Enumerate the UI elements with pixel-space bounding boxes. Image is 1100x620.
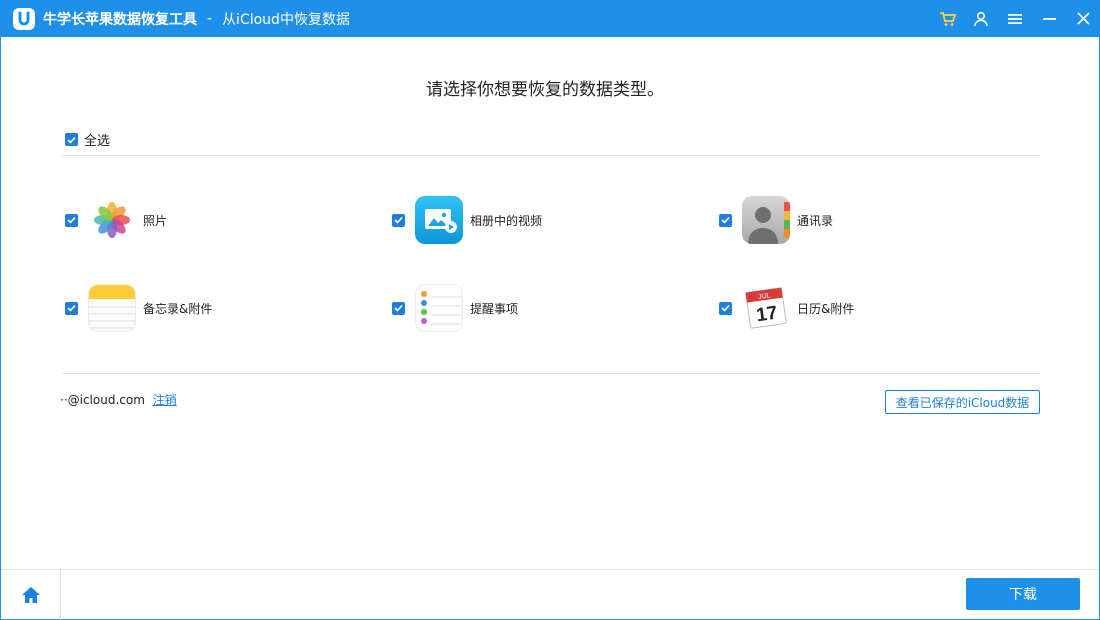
data-type-calendar[interactable]: JUL 17 日历&附件 — [719, 283, 854, 333]
menu-icon[interactable] — [998, 0, 1032, 37]
photos-icon — [88, 196, 136, 244]
item-label: 相册中的视频 — [470, 213, 543, 228]
data-type-reminders[interactable]: 提醒事项 — [392, 283, 518, 333]
checkbox-checked-icon[interactable] — [719, 213, 732, 227]
download-button[interactable]: 下载 — [966, 578, 1080, 610]
close-icon[interactable] — [1066, 0, 1100, 37]
item-label: 通讯录 — [797, 213, 834, 228]
select-all-label: 全选 — [84, 134, 111, 149]
checkbox-checked-icon[interactable] — [392, 213, 405, 227]
item-label: 照片 — [143, 213, 168, 228]
checkbox-checked-icon[interactable] — [65, 133, 78, 146]
notes-icon — [88, 284, 136, 332]
account-email: ··@icloud.com — [60, 393, 145, 407]
divider — [62, 155, 1040, 156]
title-bar: 牛学长苹果数据恢复工具 - 从iCloud中恢复数据 — [0, 0, 1100, 37]
page-title: 请选择你想要恢复的数据类型。 — [426, 80, 664, 100]
checkbox-checked-icon[interactable] — [65, 301, 78, 315]
home-icon — [21, 587, 40, 603]
contacts-icon — [742, 196, 790, 244]
data-type-album-videos[interactable]: 相册中的视频 — [392, 195, 542, 245]
title-separator: - — [207, 10, 213, 27]
home-button[interactable] — [1, 570, 61, 620]
checkbox-checked-icon[interactable] — [719, 301, 732, 315]
data-type-contacts[interactable]: 通讯录 — [719, 195, 833, 245]
footer-bar: 下载 — [1, 569, 1099, 620]
reminders-icon — [415, 284, 463, 332]
window-subtitle: 从iCloud中恢复数据 — [222, 11, 350, 28]
data-type-notes[interactable]: 备忘录&附件 — [65, 283, 212, 333]
data-type-photos[interactable]: 照片 — [65, 195, 167, 245]
app-logo-icon — [13, 7, 35, 30]
logout-link[interactable]: 注销 — [153, 393, 177, 407]
view-saved-icloud-data-button[interactable]: 查看已保存的iCloud数据 — [885, 390, 1040, 414]
item-label: 备忘录&附件 — [143, 301, 213, 316]
divider — [62, 373, 1040, 374]
item-label: 日历&附件 — [797, 301, 855, 316]
album-video-icon — [415, 196, 463, 244]
app-name: 牛学长苹果数据恢复工具 — [43, 11, 197, 28]
calendar-icon: JUL 17 — [742, 284, 790, 332]
calendar-day: 17 — [755, 303, 779, 327]
user-icon[interactable] — [964, 0, 998, 37]
account-info: ··@icloud.com 注销 — [60, 391, 177, 408]
cart-icon[interactable] — [930, 0, 964, 37]
checkbox-checked-icon[interactable] — [65, 213, 78, 227]
minimize-icon[interactable] — [1032, 0, 1066, 37]
item-label: 提醒事项 — [470, 301, 519, 316]
checkbox-checked-icon[interactable] — [392, 301, 405, 315]
select-all-checkbox[interactable]: 全选 — [65, 130, 110, 149]
